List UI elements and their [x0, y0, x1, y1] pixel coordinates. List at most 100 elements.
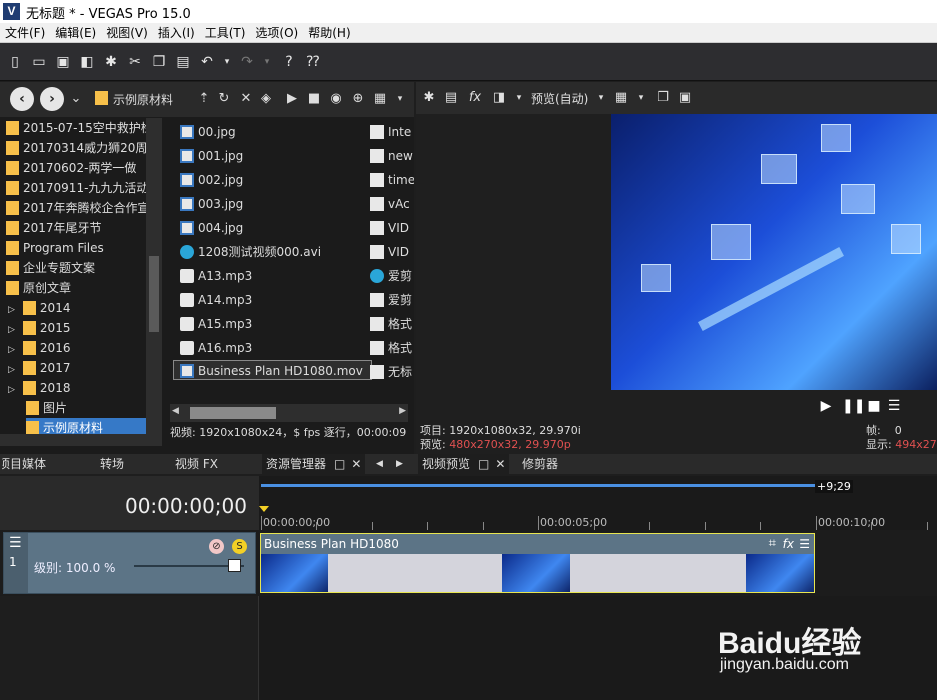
tab-scroll-right-icon[interactable]: ▶	[396, 454, 403, 474]
time-ruler[interactable]: +9;29 00:00:00;00 00:00:05;00 00:00:10;0…	[259, 476, 937, 530]
render-icon[interactable]: ◧	[78, 53, 96, 71]
file-item[interactable]: time	[370, 170, 414, 190]
file-item[interactable]: A16.mp3	[180, 338, 252, 358]
tree-hscrollbar[interactable]	[0, 434, 162, 446]
file-item[interactable]: 格式	[370, 314, 412, 334]
delete-icon[interactable]: ✕	[238, 91, 254, 107]
file-item[interactable]: 无标	[370, 362, 412, 382]
track-menu-icon[interactable]: ☰	[9, 535, 22, 551]
file-item[interactable]: 爱剪	[370, 290, 412, 310]
fx-icon[interactable]: fx	[783, 534, 794, 554]
pause-icon[interactable]: ❚❚	[842, 398, 865, 414]
file-list-scrollbar[interactable]: ◀ ▶	[170, 404, 408, 422]
tree-item[interactable]: 图片	[26, 398, 146, 418]
file-item[interactable]: 爱剪	[370, 266, 412, 286]
whats-this-icon[interactable]: ⁇	[304, 53, 322, 71]
save-snapshot-icon[interactable]: ▣	[676, 90, 694, 106]
file-item[interactable]: 003.jpg	[180, 194, 243, 214]
video-clip[interactable]: Business Plan HD1080 ⌗ fx ☰	[260, 533, 815, 593]
tab-transitions[interactable]: 转场	[100, 454, 124, 474]
menu-help[interactable]: 帮助(H)	[303, 23, 355, 43]
tree-item[interactable]: 20170911-九九九活动	[6, 178, 146, 198]
level-slider-knob[interactable]	[228, 559, 241, 572]
file-item[interactable]: VID	[370, 242, 409, 262]
tree-item[interactable]: ▷ 2014	[8, 298, 146, 318]
menu-icon[interactable]: ☰	[886, 398, 902, 414]
fx-icon[interactable]: fx	[466, 90, 484, 106]
quality-dropdown-icon[interactable]: ▾	[592, 90, 610, 106]
help-icon[interactable]: ?	[280, 53, 298, 71]
file-item[interactable]: 001.jpg	[180, 146, 243, 166]
tab-video-preview[interactable]: 视频预览 □ ✕	[418, 454, 510, 474]
tree-item[interactable]: 20170314威力狮20周年	[6, 138, 146, 158]
tree-item[interactable]: 2017年奔腾校企合作宣	[6, 198, 146, 218]
mute-icon[interactable]: ⊘	[209, 539, 224, 554]
file-item[interactable]: A15.mp3	[180, 314, 252, 334]
expand-history-icon[interactable]: ⌄	[68, 91, 84, 107]
crop-icon[interactable]: ⌗	[769, 534, 776, 554]
clip-menu-icon[interactable]: ☰	[799, 534, 810, 554]
paste-icon[interactable]: ▤	[174, 53, 192, 71]
refresh-icon[interactable]: ↻	[216, 91, 232, 107]
file-item[interactable]: 004.jpg	[180, 218, 243, 238]
current-folder-label[interactable]: 示例原材料	[113, 91, 173, 108]
cursor-marker-icon[interactable]	[259, 506, 269, 512]
track-header[interactable]: ☰ 1 ⊘ S 级别: 100.0 %	[3, 532, 256, 594]
overlays-dropdown-icon[interactable]: ▾	[632, 90, 650, 106]
split-screen-icon[interactable]: ◨	[490, 90, 508, 106]
tree-item-selected[interactable]: 示例原材料	[26, 418, 146, 434]
settings-icon[interactable]: ✱	[102, 53, 120, 71]
file-item[interactable]: vAc	[370, 194, 410, 214]
up-folder-icon[interactable]: ⇡	[196, 91, 212, 107]
tab-trimmer[interactable]: 修剪器	[522, 454, 558, 474]
tree-item[interactable]: ▷ 2016	[8, 338, 146, 358]
new-file-icon[interactable]: ▯	[6, 53, 24, 71]
views-dropdown-icon[interactable]: ▾	[392, 91, 408, 107]
menu-options[interactable]: 选项(O)	[250, 23, 303, 43]
tree-item[interactable]: 2017年尾牙节	[6, 218, 146, 238]
tab-scroll-left-icon[interactable]: ◀	[376, 454, 383, 474]
file-item[interactable]: new	[370, 146, 413, 166]
file-item-selected[interactable]: Business Plan HD1080.mov	[173, 360, 372, 380]
file-item[interactable]: A13.mp3	[180, 266, 252, 286]
tab-video-fx[interactable]: 视频 FX	[175, 454, 218, 474]
menu-edit[interactable]: 编辑(E)	[50, 23, 101, 43]
external-monitor-icon[interactable]: ▤	[442, 90, 460, 106]
scissors-icon[interactable]: ✂	[126, 53, 144, 71]
menu-view[interactable]: 视图(V)	[101, 23, 153, 43]
copy-snapshot-icon[interactable]: ❐	[654, 90, 672, 106]
views-icon[interactable]: ▦	[372, 91, 388, 107]
play-icon[interactable]: ▶	[818, 398, 834, 414]
loop-region[interactable]	[261, 484, 817, 487]
stop-icon[interactable]: ■	[866, 398, 882, 414]
split-dropdown-icon[interactable]: ▾	[510, 90, 528, 106]
back-icon[interactable]: ‹	[10, 87, 34, 111]
file-item[interactable]: Inte	[370, 122, 411, 142]
file-item[interactable]: 002.jpg	[180, 170, 243, 190]
tree-item[interactable]: 20170602-两学一做	[6, 158, 146, 178]
scroll-thumb[interactable]	[149, 256, 159, 332]
play-icon[interactable]: ▶	[284, 91, 300, 107]
file-item[interactable]: A14.mp3	[180, 290, 252, 310]
menu-tools[interactable]: 工具(T)	[200, 23, 251, 43]
open-folder-icon[interactable]: ▭	[30, 53, 48, 71]
file-item[interactable]: 00.jpg	[180, 122, 236, 142]
save-icon[interactable]: ▣	[54, 53, 72, 71]
tab-explorer[interactable]: 资源管理器 □ ✕	[262, 454, 366, 474]
auto-preview-icon[interactable]: ◉	[328, 91, 344, 107]
add-to-project-icon[interactable]: ◈	[258, 91, 274, 107]
undo-dropdown-icon[interactable]: ▾	[218, 53, 236, 71]
copy-icon[interactable]: ❐	[150, 53, 168, 71]
scroll-right-icon[interactable]: ▶	[399, 406, 406, 416]
menu-insert[interactable]: 插入(I)	[153, 23, 200, 43]
tree-item[interactable]: 原创文章	[6, 278, 146, 298]
menu-file[interactable]: 文件(F)	[0, 23, 50, 43]
tree-item[interactable]: 2015-07-15空中救护检	[6, 118, 146, 138]
tree-item[interactable]: ▷ 2017	[8, 358, 146, 378]
redo-dropdown-icon[interactable]: ▾	[258, 53, 276, 71]
tree-scrollbar[interactable]	[146, 118, 162, 434]
file-item[interactable]: 格式	[370, 338, 412, 358]
stop-icon[interactable]: ■	[306, 91, 322, 107]
redo-icon[interactable]: ↷	[238, 53, 256, 71]
tree-item[interactable]: ▷ 2015	[8, 318, 146, 338]
